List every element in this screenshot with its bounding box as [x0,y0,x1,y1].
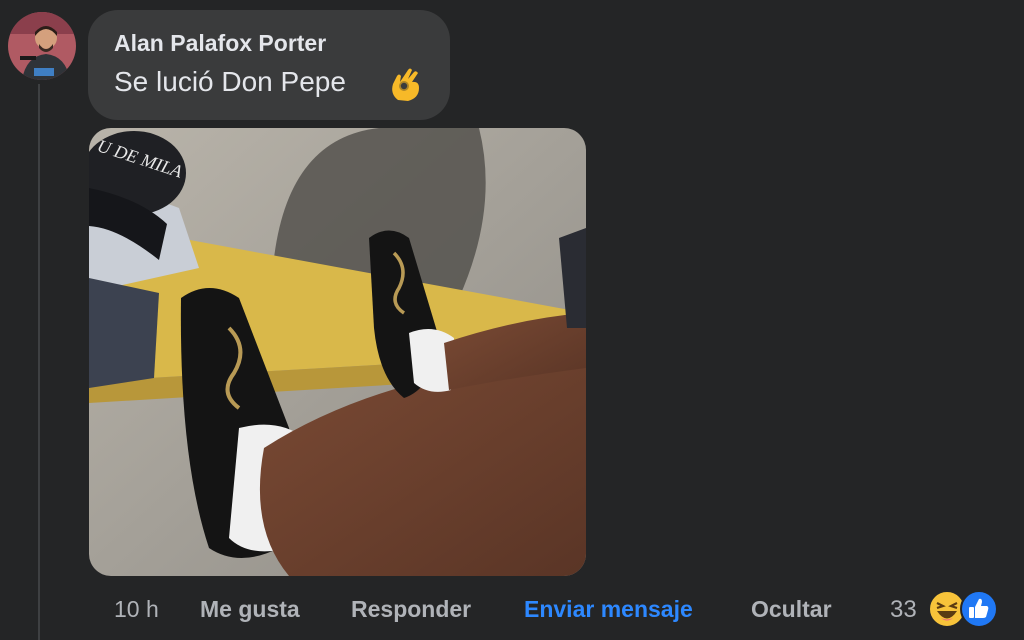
ok-hand-emoji [392,68,419,101]
comment-bubble: Alan Palafox Porter Se lució Don Pepe [88,10,450,120]
comment-timestamp[interactable]: 10 h [114,596,159,623]
like-button[interactable]: Me gusta [200,596,300,623]
reply-thread-line [38,84,40,640]
reaction-count: 33 [890,596,917,623]
photo-image: U DE MILA [89,128,586,576]
comment-photo[interactable]: U DE MILA [89,128,586,576]
hide-button[interactable]: Ocultar [751,596,832,623]
author-name[interactable]: Alan Palafox Porter [114,30,326,57]
avatar-image [8,12,76,80]
like-reaction-icon [960,590,998,628]
reply-button[interactable]: Responder [351,596,471,623]
send-message-button[interactable]: Enviar mensaje [524,596,693,623]
comment-screen: Alan Palafox Porter Se lució Don Pepe U … [0,0,1024,640]
reaction-summary[interactable]: 33 [890,588,1010,632]
comment-text: Se lució Don Pepe [114,66,346,97]
comment-actions: 10 h Me gusta Responder Enviar mensaje O… [0,596,1024,626]
author-avatar[interactable] [8,12,76,80]
